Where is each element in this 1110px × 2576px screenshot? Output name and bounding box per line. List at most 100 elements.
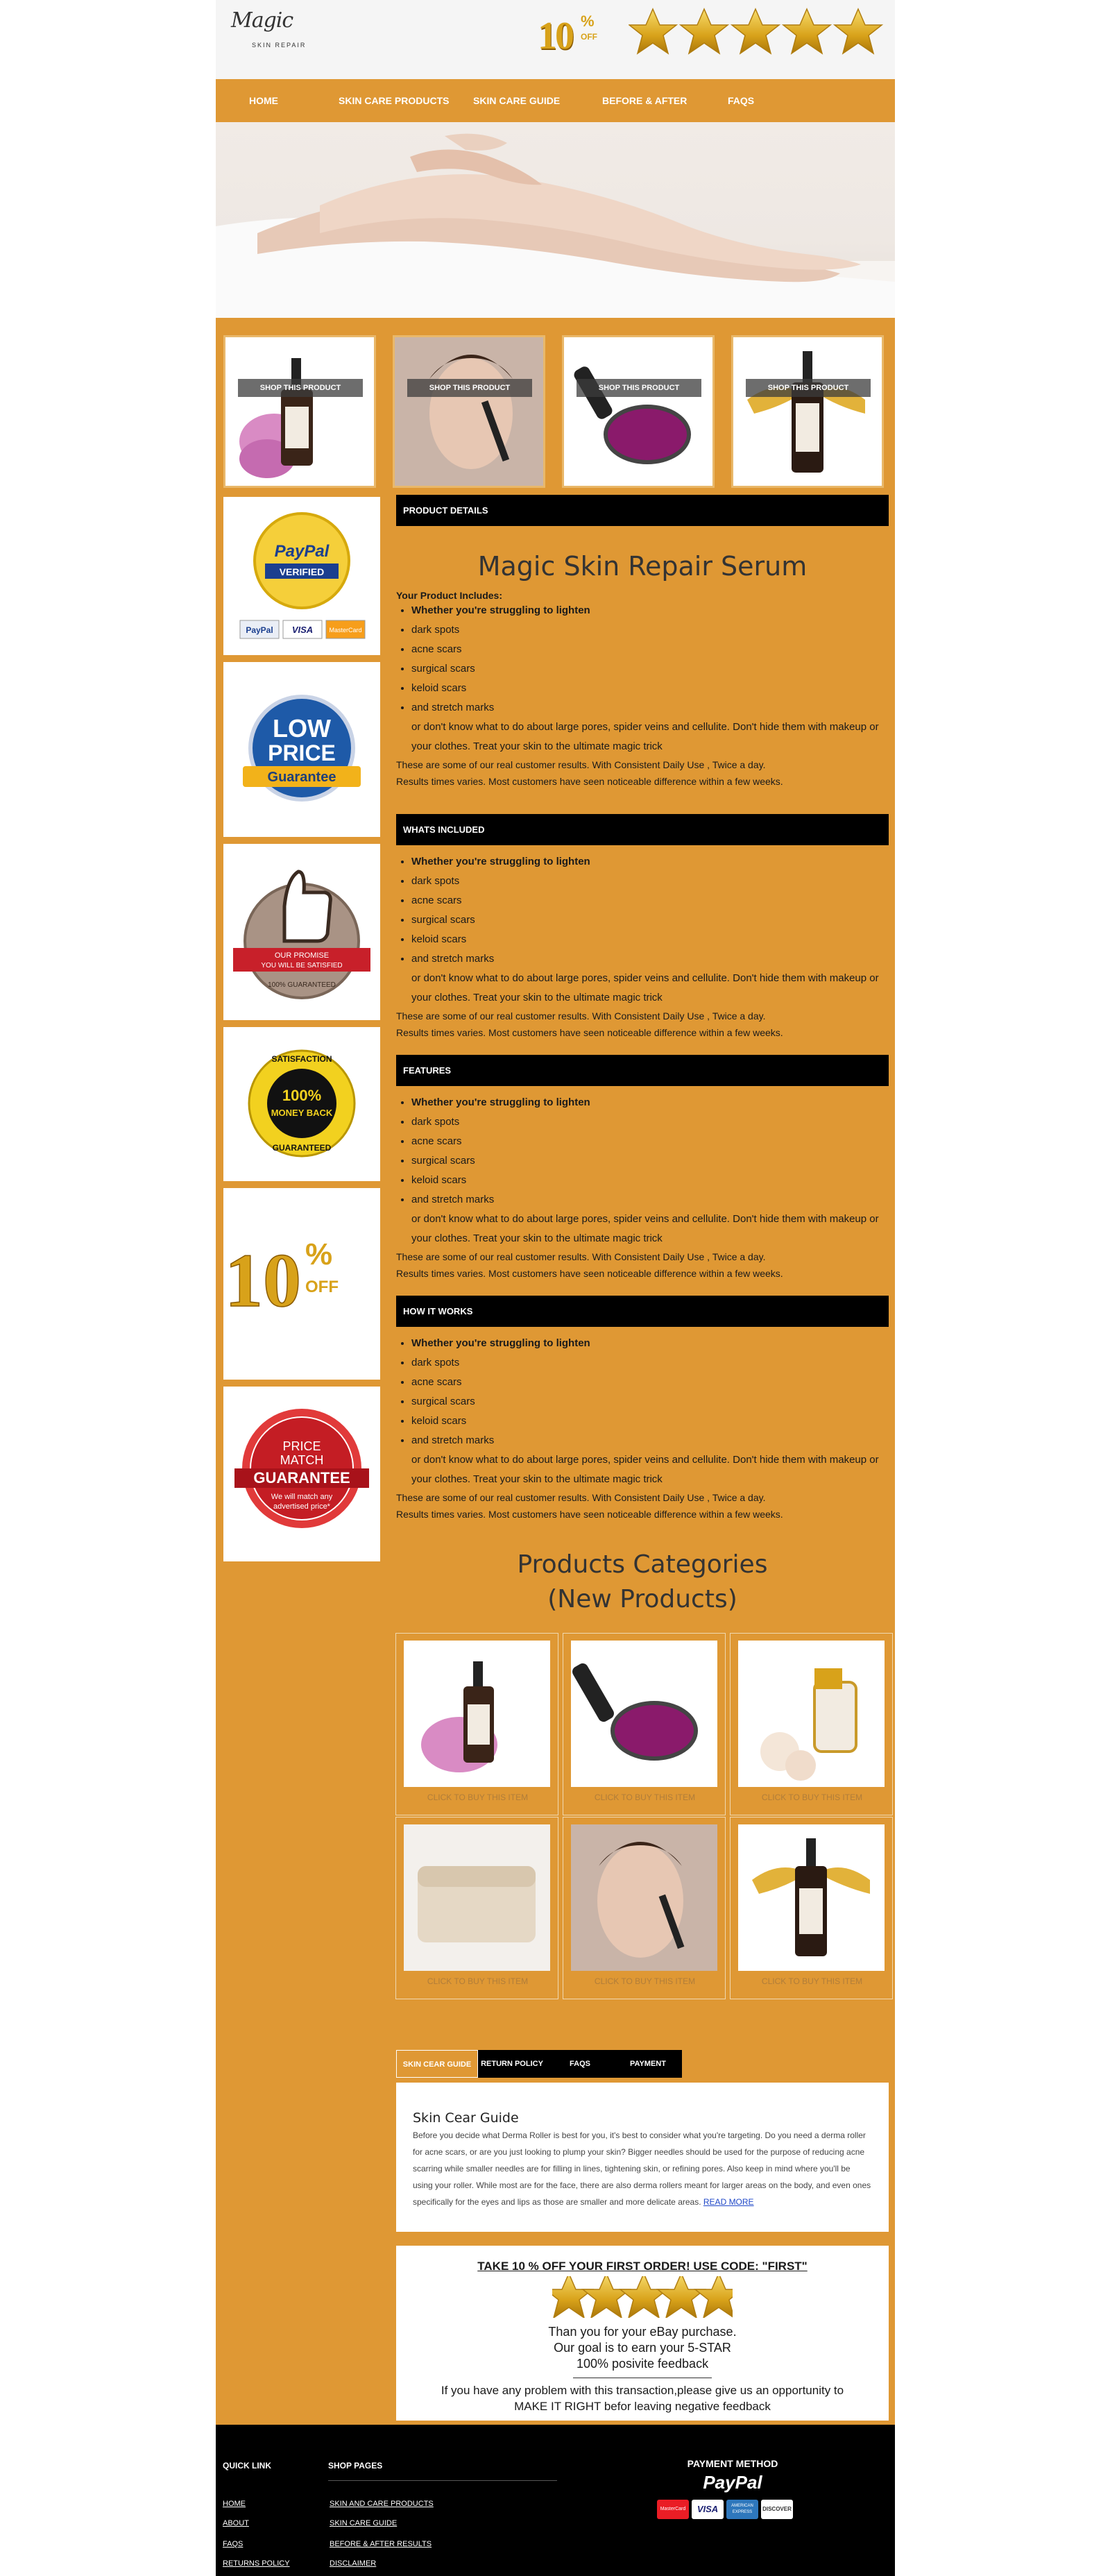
- results-text: Results times varies. Most customers hav…: [396, 1027, 783, 1038]
- includes-label: Your Product Includes:: [396, 590, 502, 601]
- shop-product-label: SHOP THIS PRODUCT: [746, 379, 871, 397]
- category-cell[interactable]: CLICK TO BUY THIS ITEM: [563, 1633, 726, 1815]
- read-more-link[interactable]: READ MORE: [703, 2197, 754, 2207]
- shop-product-label: SHOP THIS PRODUCT: [577, 379, 701, 397]
- list-item-text: and stretch marks: [411, 1194, 495, 1205]
- list-item: and stretch marks or don't know what to d…: [411, 949, 889, 1008]
- product-tile[interactable]: SHOP THIS PRODUCT: [393, 335, 545, 488]
- footer: QUICK LINK SHOP PAGES HOME ABOUT FAQS RE…: [216, 2425, 895, 2576]
- nav-skin-care-guide[interactable]: SKIN CARE GUIDE: [473, 79, 560, 122]
- section-bar: WHATS INCLUDED: [396, 814, 889, 845]
- logo-subtitle: SKIN REPAIR: [252, 42, 307, 49]
- buy-item-caption[interactable]: CLICK TO BUY THIS ITEM: [563, 1793, 726, 1802]
- svg-text:100%: 100%: [282, 1087, 321, 1104]
- derma-roller-image: [574, 366, 691, 464]
- list-item-text: and stretch marks: [411, 953, 495, 965]
- category-cell[interactable]: CLICK TO BUY THIS ITEM: [395, 1817, 558, 1999]
- nav-skin-care-products[interactable]: SKIN CARE PRODUCTS: [339, 79, 449, 122]
- category-cell[interactable]: CLICK TO BUY THIS ITEM: [730, 1817, 893, 1999]
- svg-text:MATCH: MATCH: [280, 1453, 324, 1467]
- product-tile[interactable]: SHOP THIS PRODUCT: [731, 335, 884, 488]
- product-image: [404, 1824, 550, 1971]
- footer-link-guide[interactable]: SKIN CARE GUIDE: [330, 2519, 397, 2527]
- shop-product-label: SHOP THIS PRODUCT: [407, 379, 532, 397]
- footer-link-products[interactable]: SKIN AND CARE PRODUCTS: [330, 2500, 434, 2508]
- guide-body: Before you decide what Derma Roller is b…: [413, 2127, 872, 2210]
- discount-badge: 10 % OFF: [528, 10, 604, 62]
- svg-text:MasterCard: MasterCard: [329, 627, 361, 634]
- low-price-guarantee-badge: LOW PRICE Guarantee: [223, 662, 380, 837]
- buy-item-caption[interactable]: CLICK TO BUY THIS ITEM: [396, 1976, 559, 1986]
- footer-link-disclaimer[interactable]: DISCLAIMER: [330, 2559, 376, 2568]
- category-cell[interactable]: CLICK TO BUY THIS ITEM: [395, 1633, 558, 1815]
- nav-home[interactable]: HOME: [249, 79, 278, 122]
- list-item: surgical scars: [411, 1392, 889, 1412]
- legs-illustration: [216, 133, 895, 318]
- list-item: dark spots: [411, 1112, 889, 1132]
- paypal-logo: PayPal: [703, 2472, 762, 2493]
- bullet-list: Whether you're struggling to lighten dar…: [396, 601, 889, 756]
- category-cell[interactable]: CLICK TO BUY THIS ITEM: [563, 1817, 726, 1999]
- tab-faqs[interactable]: FAQS: [546, 2050, 614, 2078]
- star-icon: [582, 2273, 631, 2319]
- list-item-continuation: or don't know what to do about large por…: [411, 972, 879, 1003]
- nav-before-after[interactable]: BEFORE & AFTER: [602, 79, 687, 122]
- tab-return-policy[interactable]: RETURN POLICY: [478, 2050, 546, 2078]
- list-item: surgical scars: [411, 659, 889, 679]
- svg-text:PayPal: PayPal: [246, 625, 273, 635]
- money-back-badge: SATISFACTION 100% MONEY BACK GUARANTEED: [223, 1027, 380, 1181]
- footer-divider: [328, 2480, 557, 2481]
- list-item: acne scars: [411, 1132, 889, 1151]
- buy-item-caption[interactable]: CLICK TO BUY THIS ITEM: [731, 1793, 894, 1802]
- list-item: dark spots: [411, 1353, 889, 1373]
- buy-item-caption[interactable]: CLICK TO BUY THIS ITEM: [731, 1976, 894, 1986]
- results-text: These are some of our real customer resu…: [396, 759, 766, 770]
- svg-text:advertised price*: advertised price*: [273, 1502, 331, 1511]
- buy-item-caption[interactable]: CLICK TO BUY THIS ITEM: [563, 1976, 726, 1986]
- buy-item-caption[interactable]: CLICK TO BUY THIS ITEM: [396, 1793, 559, 1802]
- price-match-badge: PRICE MATCH GUARANTEE We will match any …: [223, 1387, 380, 1561]
- main-nav: HOME SKIN CARE PRODUCTS SKIN CARE GUIDE …: [216, 79, 895, 122]
- problem-line: If you have any problem with this transa…: [441, 2384, 844, 2397]
- star-icon: [834, 8, 882, 54]
- list-item: surgical scars: [411, 910, 889, 930]
- header: Magic SKIN REPAIR 10 % OFF: [216, 0, 895, 79]
- footer-link-returns[interactable]: RETURNS POLICY: [223, 2559, 290, 2568]
- star-icon: [731, 8, 780, 54]
- product-tile[interactable]: SHOP THIS PRODUCT: [562, 335, 715, 488]
- section-bar: FEATURES: [396, 1055, 889, 1086]
- problem-line: MAKE IT RIGHT befor leaving negative fee…: [514, 2400, 771, 2413]
- svg-text:VERIFIED: VERIFIED: [280, 566, 325, 577]
- category-cell[interactable]: CLICK TO BUY THIS ITEM: [730, 1633, 893, 1815]
- tab-skin-care-guide[interactable]: SKIN CEAR GUIDE: [396, 2050, 478, 2078]
- categories-subtitle: (New Products): [547, 1585, 737, 1613]
- serum-bottle-image: [239, 358, 313, 478]
- payment-method-heading: PAYMENT METHOD: [687, 2458, 778, 2469]
- product-image: [738, 1641, 885, 1787]
- product-tile[interactable]: SHOP THIS PRODUCT: [223, 335, 376, 488]
- footer-link-about[interactable]: ABOUT: [223, 2519, 249, 2527]
- product-image: [571, 1824, 717, 1971]
- star-icon: [680, 8, 728, 54]
- footer-link-faqs[interactable]: FAQS: [223, 2540, 243, 2548]
- svg-text:SATISFACTION: SATISFACTION: [271, 1054, 332, 1064]
- svg-text:YOU WILL BE SATISFIED: YOU WILL BE SATISFIED: [261, 962, 342, 969]
- guide-text: Before you decide what Derma Roller is b…: [413, 2130, 871, 2207]
- features-section: FEATURES Whether you're struggling to li…: [396, 1055, 889, 1294]
- promo-box: TAKE 10 % OFF YOUR FIRST ORDER! USE CODE…: [396, 2246, 889, 2421]
- svg-text:GUARANTEE: GUARANTEE: [253, 1469, 350, 1486]
- tab-payment[interactable]: PAYMENT: [614, 2050, 682, 2078]
- logo-script: Magic: [231, 8, 293, 33]
- discount-number: 10: [538, 15, 574, 58]
- footer-link-results[interactable]: BEFORE & AFTER RESULTS: [330, 2540, 432, 2548]
- list-item: keloid scars: [411, 930, 889, 949]
- star-icon: [657, 2273, 706, 2319]
- nav-faqs[interactable]: FAQS: [728, 79, 754, 122]
- svg-text:VISA: VISA: [292, 625, 313, 635]
- section-bar: PRODUCT DETAILS: [396, 495, 889, 526]
- logo[interactable]: Magic SKIN REPAIR: [231, 8, 314, 57]
- footer-link-home[interactable]: HOME: [223, 2500, 246, 2508]
- product-image: [571, 1641, 717, 1787]
- discount-percent: %: [581, 12, 595, 30]
- svg-text:LOW: LOW: [273, 714, 331, 743]
